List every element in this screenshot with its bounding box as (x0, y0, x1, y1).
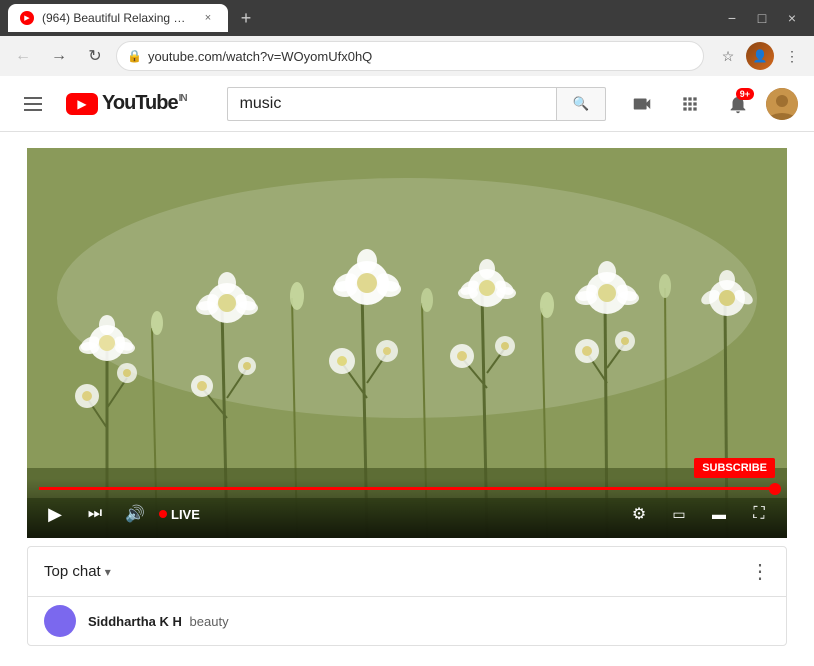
progress-bar[interactable] (39, 487, 775, 490)
controls-row: ▶ ⏭ 🔊 LIVE ⚙ ▭ ▬ ⛶ (39, 498, 775, 530)
active-tab[interactable]: (964) Beautiful Relaxing Hymns... × (8, 4, 228, 32)
notification-badge: 9+ (736, 88, 754, 100)
volume-button[interactable]: 🔊 (119, 498, 151, 530)
nav-bar: ← → ↻ 🔒 youtube.com/watch?v=WOyomUfx0hQ … (0, 36, 814, 76)
maximize-button[interactable]: □ (748, 4, 776, 32)
hamburger-line-1 (24, 97, 42, 99)
chevron-down-icon: ▾ (105, 565, 111, 579)
upload-icon (631, 93, 653, 115)
tab-favicon (20, 11, 34, 25)
chat-dropdown[interactable]: Top chat ▾ (44, 563, 111, 580)
chat-username: Siddhartha K H (88, 614, 182, 629)
browser-more-button[interactable]: ⋮ (778, 42, 806, 70)
video-container: SUBSCRIBE ▶ ⏭ 🔊 LIVE (27, 148, 787, 538)
youtube-header: YouTubeIN 🔍 9+ (0, 76, 814, 132)
progress-fill (39, 487, 775, 490)
address-text: youtube.com/watch?v=WOyomUfx0hQ (148, 49, 693, 64)
progress-dot (769, 483, 781, 495)
page-content: YouTubeIN 🔍 9+ (0, 76, 814, 666)
forward-button[interactable]: → (44, 41, 74, 71)
user-avatar-icon (766, 88, 798, 120)
nav-icons: ☆ 👤 ⋮ (714, 42, 806, 70)
youtube-logo-text: YouTubeIN (102, 92, 187, 115)
chat-title: Top chat (44, 563, 101, 580)
search-input[interactable] (227, 87, 556, 121)
back-button[interactable]: ← (8, 41, 38, 71)
profile-avatar: 👤 (746, 42, 774, 70)
youtube-logo-icon (66, 93, 98, 115)
search-bar: 🔍 (227, 87, 606, 121)
apps-icon (680, 94, 700, 114)
tab-bar: (964) Beautiful Relaxing Hymns... × + − … (0, 0, 814, 36)
minimize-button[interactable]: − (718, 4, 746, 32)
chat-section: Top chat ▾ ⋮ Siddhartha K H beauty (27, 546, 787, 646)
address-bar[interactable]: 🔒 youtube.com/watch?v=WOyomUfx0hQ (116, 41, 704, 71)
close-button[interactable]: × (778, 4, 806, 32)
hamburger-menu[interactable] (16, 89, 50, 119)
live-text: LIVE (171, 507, 200, 522)
fullscreen-button[interactable]: ⛶ (743, 498, 775, 530)
play-button[interactable]: ▶ (39, 498, 71, 530)
settings-button[interactable]: ⚙ (623, 498, 655, 530)
live-badge: LIVE (159, 507, 200, 522)
window-controls: − □ × (718, 4, 806, 32)
tab-title: (964) Beautiful Relaxing Hymns... (42, 11, 192, 25)
header-icons: 9+ (622, 84, 798, 124)
tab-close-button[interactable]: × (200, 10, 216, 26)
main-content: SUBSCRIBE ▶ ⏭ 🔊 LIVE (0, 148, 814, 646)
search-button[interactable]: 🔍 (556, 87, 606, 121)
chat-message-text: Siddhartha K H beauty (88, 614, 229, 629)
lock-icon: 🔒 (127, 49, 142, 63)
subscribe-button-overlay[interactable]: SUBSCRIBE (694, 458, 775, 478)
refresh-button[interactable]: ↻ (80, 41, 110, 71)
hamburger-line-2 (24, 103, 42, 105)
theater-button[interactable]: ▬ (703, 498, 735, 530)
chat-header: Top chat ▾ ⋮ (28, 547, 786, 597)
chat-message: Siddhartha K H beauty (28, 597, 786, 645)
next-button[interactable]: ⏭ (79, 498, 111, 530)
new-tab-button[interactable]: + (232, 4, 260, 32)
search-icon: 🔍 (573, 96, 590, 112)
youtube-logo[interactable]: YouTubeIN (66, 92, 187, 115)
upload-button[interactable] (622, 84, 662, 124)
profile-icon[interactable]: 👤 (746, 42, 774, 70)
bookmark-icon[interactable]: ☆ (714, 42, 742, 70)
user-avatar[interactable] (766, 88, 798, 120)
video-controls: ▶ ⏭ 🔊 LIVE ⚙ ▭ ▬ ⛶ (27, 479, 787, 538)
chat-more-button[interactable]: ⋮ (750, 559, 770, 584)
live-dot (159, 510, 167, 518)
chat-text: beauty (190, 614, 229, 629)
hamburger-line-3 (24, 109, 42, 111)
miniplayer-button[interactable]: ▭ (663, 498, 695, 530)
apps-button[interactable] (670, 84, 710, 124)
notifications-button[interactable]: 9+ (718, 84, 758, 124)
browser-chrome: (964) Beautiful Relaxing Hymns... × + − … (0, 0, 814, 76)
chat-avatar (44, 605, 76, 637)
